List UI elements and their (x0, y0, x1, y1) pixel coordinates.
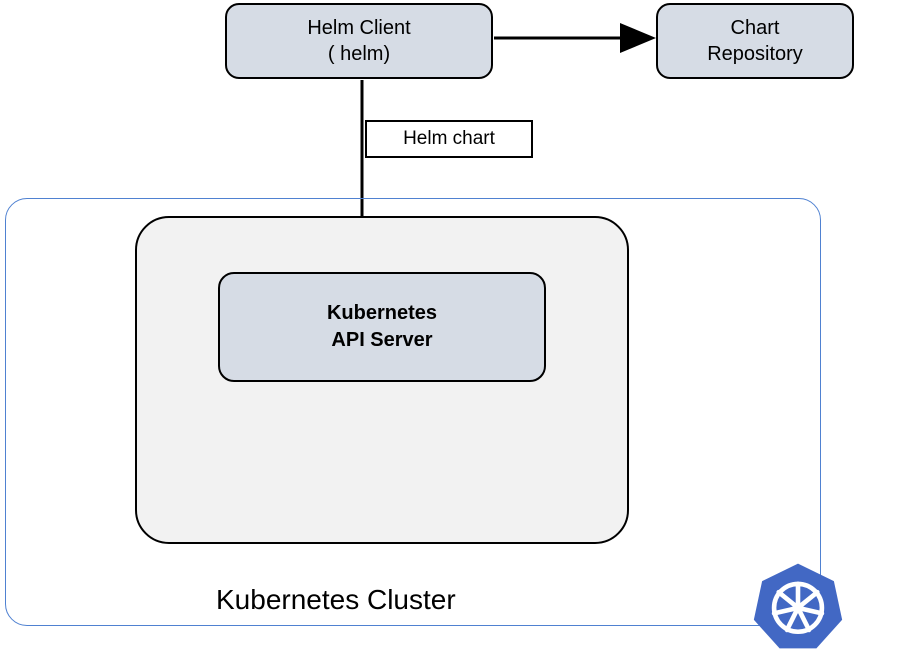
kubernetes-api-server-node: Kubernetes API Server (218, 272, 546, 382)
helm-client-title: Helm Client (307, 15, 410, 41)
kubernetes-logo-icon (752, 560, 844, 652)
chart-repo-line1: Chart (731, 15, 780, 41)
helm-client-subtitle: ( helm) (328, 41, 390, 67)
kubernetes-cluster-title: Kubernetes Cluster (216, 584, 456, 616)
helm-chart-edge-label: Helm chart (365, 120, 533, 158)
chart-repo-line2: Repository (707, 41, 803, 67)
chart-repository-node: Chart Repository (656, 3, 854, 79)
api-server-line1: Kubernetes (327, 300, 437, 327)
api-server-line2: API Server (331, 327, 432, 354)
helm-client-node: Helm Client ( helm) (225, 3, 493, 79)
helm-chart-edge-text: Helm chart (403, 128, 495, 150)
